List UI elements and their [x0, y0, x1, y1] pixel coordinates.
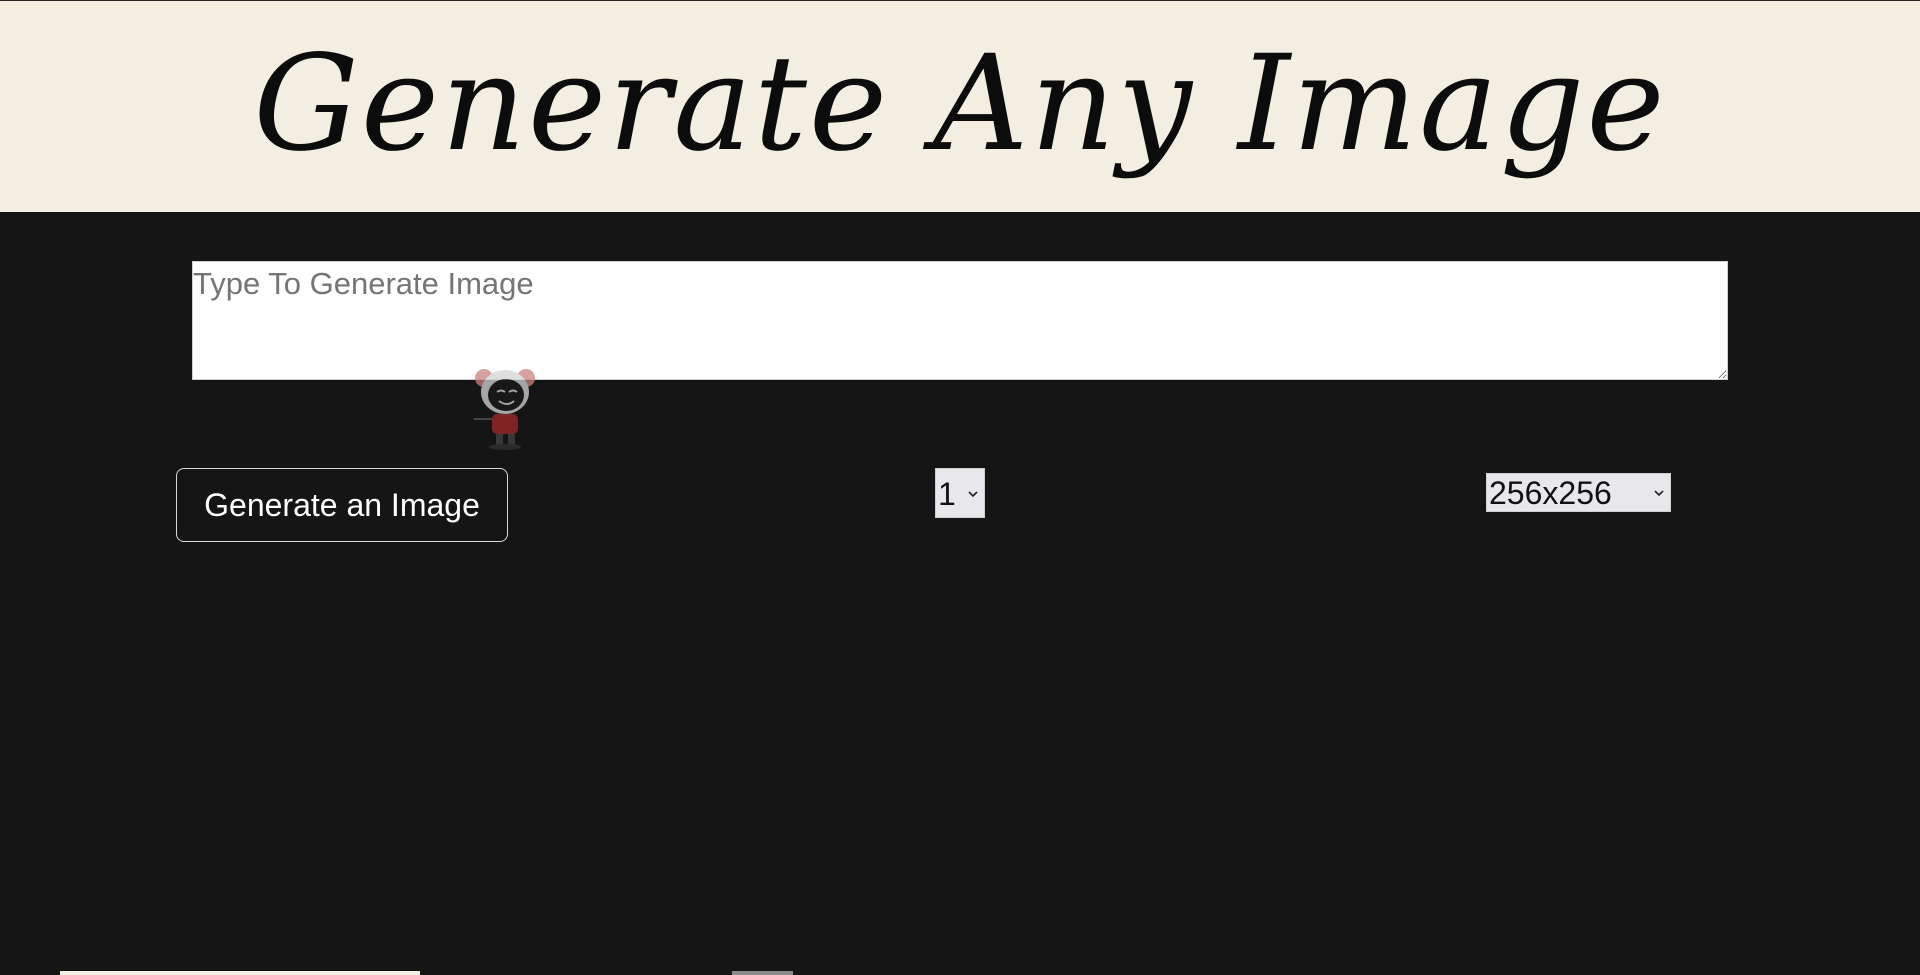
chevron-down-icon	[1654, 490, 1664, 497]
prompt-input[interactable]	[192, 261, 1728, 380]
robot-cat-mascot-icon	[474, 369, 535, 450]
bottom-edge-element	[60, 971, 420, 975]
image-size-value: 256x256	[1489, 475, 1612, 511]
bottom-edge-element	[732, 971, 793, 975]
page-title: Generate Any Image	[253, 27, 1667, 181]
generate-image-button[interactable]: Generate an Image	[176, 468, 508, 542]
image-count-select[interactable]: 1	[935, 468, 985, 518]
image-size-select[interactable]: 256x256	[1486, 473, 1671, 512]
page-header: Generate Any Image	[0, 0, 1920, 212]
image-count-value: 1	[938, 476, 956, 512]
chevron-down-icon	[968, 491, 978, 498]
